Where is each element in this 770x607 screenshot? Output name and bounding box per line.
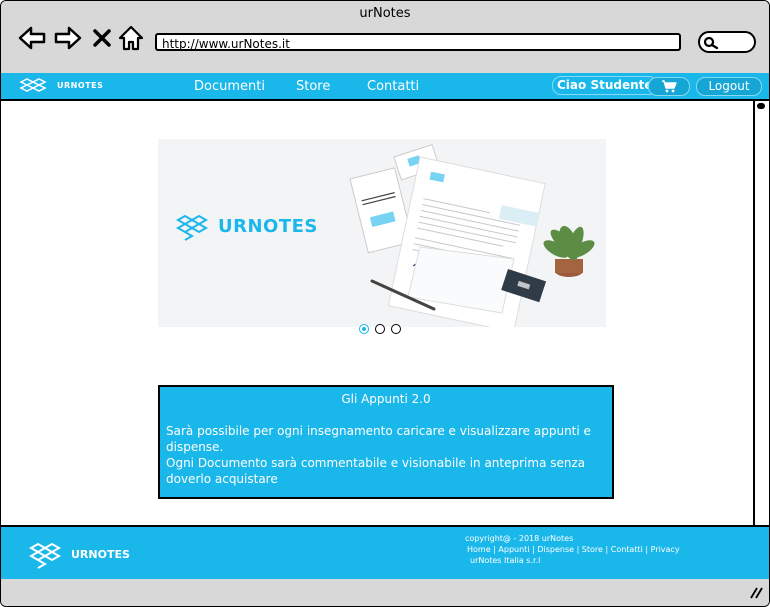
cart-icon (662, 80, 677, 93)
vertical-scrollbar[interactable] (753, 101, 769, 525)
main-content: URNOTES Gli Appunti 2.0 Sarà possibile p… (1, 101, 753, 525)
footer-brand-text: URNOTES (71, 547, 130, 561)
back-arrow-icon[interactable] (17, 23, 47, 53)
carousel-dot-3[interactable] (391, 324, 401, 334)
footer-info: copyright@ - 2018 urNotes Home | Appunti… (465, 533, 680, 566)
status-bar (1, 579, 769, 606)
header-brand-text: URNOTES (57, 80, 104, 90)
info-text: Sarà possibile per ogni insegnamento car… (166, 423, 606, 487)
resize-grip-icon[interactable] (749, 587, 763, 599)
scroll-thumb[interactable] (757, 103, 765, 109)
forward-arrow-icon[interactable] (53, 23, 83, 53)
info-box: Gli Appunti 2.0 Sarà possibile per ogni … (158, 385, 614, 499)
menu-item-contatti[interactable]: Contatti (367, 79, 419, 94)
home-icon[interactable] (116, 23, 146, 53)
search-field[interactable] (698, 31, 756, 53)
hero-carousel[interactable]: URNOTES (158, 139, 606, 327)
cart-button[interactable] (648, 77, 690, 96)
urnotes-logo-icon (29, 542, 62, 569)
stationery-mockup-image (349, 144, 595, 327)
browser-window: urNotes http://www.urNotes.it URNOTES Do… (0, 0, 770, 607)
footer-company: urNotes Italia s.r.l (470, 556, 541, 565)
app-header: URNOTES Documenti Store Contatti Ciao St… (1, 73, 769, 101)
window-title: urNotes (359, 6, 411, 21)
info-line-1: Sarà possibile per ogni insegnamento car… (166, 424, 591, 454)
user-greeting[interactable]: Ciao Studente (552, 76, 658, 95)
footer-links[interactable]: Home | Appunti | Dispense | Store | Cont… (465, 544, 680, 555)
carousel-dot-2[interactable] (375, 324, 385, 334)
carousel-dot-1[interactable] (359, 324, 369, 334)
menu-item-documenti[interactable]: Documenti (194, 79, 265, 94)
info-title: Gli Appunti 2.0 (341, 392, 431, 406)
logout-button[interactable]: Logout (696, 77, 762, 96)
page-footer: URNOTES copyright@ - 2018 urNotes Home |… (1, 525, 769, 581)
info-line-2: Ogni Documento sarà commentabile e visio… (166, 456, 586, 486)
menu-item-store[interactable]: Store (296, 79, 330, 94)
address-bar[interactable]: http://www.urNotes.it (155, 33, 681, 51)
urnotes-logo-icon (19, 78, 47, 92)
footer-copyright: copyright@ - 2018 urNotes (465, 534, 574, 543)
stop-icon[interactable] (87, 23, 117, 53)
search-icon (703, 36, 719, 50)
carousel-indicators (359, 324, 401, 334)
browser-chrome: urNotes http://www.urNotes.it (1, 1, 769, 75)
footer-brand[interactable]: URNOTES (29, 539, 130, 569)
header-brand[interactable]: URNOTES (19, 76, 103, 94)
